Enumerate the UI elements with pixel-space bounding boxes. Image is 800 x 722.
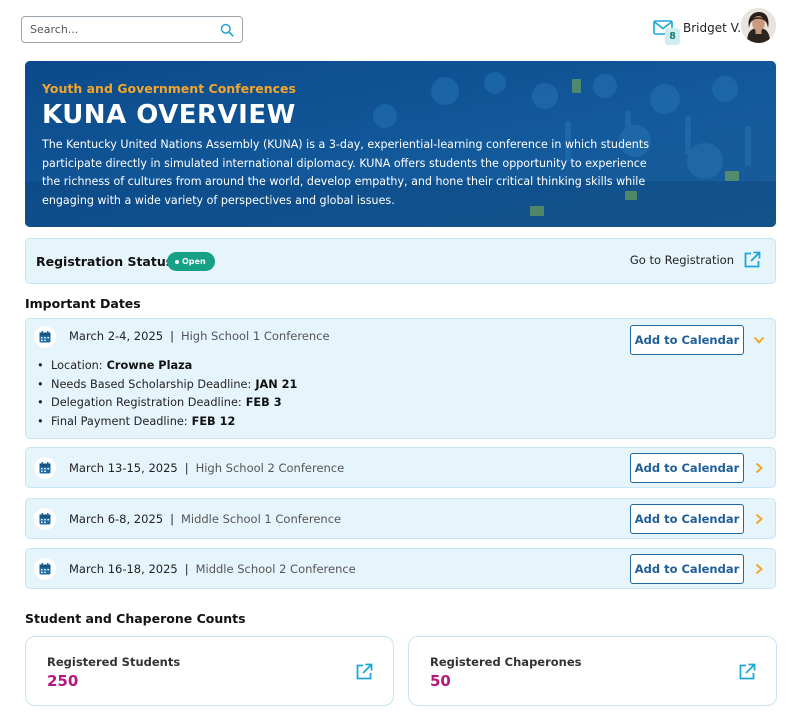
detail-item: • Final Payment Deadline: FEB 12 xyxy=(37,414,236,428)
chevron-right-icon[interactable] xyxy=(753,462,765,474)
date-card[interactable]: March 2-4, 2025 | High School 1 Conferen… xyxy=(25,318,776,439)
avatar[interactable] xyxy=(741,8,776,43)
go-to-registration-link[interactable]: Go to Registration xyxy=(630,251,761,269)
mail-count-badge: 8 xyxy=(665,28,680,45)
status-badge-label: Open xyxy=(182,257,206,266)
date-line: March 16-18, 2025 | Middle School 2 Conf… xyxy=(69,562,356,576)
conference-name: Middle School 1 Conference xyxy=(180,512,342,526)
separator: | xyxy=(184,461,189,475)
detail-item: • Location: Crowne Plaza xyxy=(37,359,193,372)
external-link-icon[interactable] xyxy=(355,663,373,681)
conference-name: High School 1 Conference xyxy=(180,329,330,343)
conference-date: March 16-18, 2025 xyxy=(69,562,178,576)
date-line: March 2-4, 2025 | High School 1 Conferen… xyxy=(69,329,330,343)
mail-button[interactable]: 8 xyxy=(653,20,680,45)
top-bar: 8 Bridget V. xyxy=(0,0,800,58)
hero-banner: Youth and Government Conferences KUNA OV… xyxy=(25,61,776,227)
registered-students-card: Registered Students 250 xyxy=(25,636,394,706)
add-to-calendar-button[interactable]: Add to Calendar xyxy=(630,453,744,483)
status-dot xyxy=(175,259,179,264)
separator: | xyxy=(184,562,189,576)
hero-content: Youth and Government Conferences KUNA OV… xyxy=(42,81,662,210)
chevron-down-icon[interactable] xyxy=(753,334,765,346)
conference-date: March 6-8, 2025 xyxy=(69,512,164,526)
separator: | xyxy=(170,512,174,526)
registered-chaperones-card: Registered Chaperones 50 xyxy=(408,636,777,706)
conference-name: High School 2 Conference xyxy=(195,461,345,475)
status-badge: Open xyxy=(167,252,215,271)
add-to-calendar-button[interactable]: Add to Calendar xyxy=(630,554,744,584)
conference-details: • Location: Crowne Plaza • Needs Based Scho… xyxy=(37,357,297,431)
hero-eyebrow: Youth and Government Conferences xyxy=(42,81,296,96)
detail-item: • Needs Based Scholarship Deadline: JAN 21 xyxy=(37,377,298,391)
separator: | xyxy=(170,329,174,343)
counts-heading: Student and Chaperone Counts xyxy=(25,611,246,626)
conference-name: Middle School 2 Conference xyxy=(195,562,356,576)
registered-chaperones-label: Registered Chaperones xyxy=(430,655,582,669)
external-link-icon[interactable] xyxy=(738,663,756,681)
date-card[interactable]: March 6-8, 2025 | Middle School 1 Confer… xyxy=(25,498,776,539)
detail-item: • Delegation Registration Deadline: FEB 3 xyxy=(37,396,282,410)
registered-students-value: 250 xyxy=(47,672,79,690)
user-name[interactable]: Bridget V. xyxy=(683,21,741,35)
conference-date: March 2-4, 2025 xyxy=(69,329,164,343)
page-title: KUNA OVERVIEW xyxy=(42,100,296,130)
date-card[interactable]: March 13-15, 2025 | High School 2 Confer… xyxy=(25,447,776,488)
registration-status-card: Registration Status Open Go to Registrat… xyxy=(25,238,776,284)
calendar-icon xyxy=(34,508,56,530)
conference-date: March 13-15, 2025 xyxy=(69,461,178,475)
chevron-right-icon[interactable] xyxy=(753,563,765,575)
date-card[interactable]: March 16-18, 2025 | Middle School 2 Conf… xyxy=(25,548,776,589)
add-to-calendar-button[interactable]: Add to Calendar xyxy=(630,325,744,355)
date-line: March 6-8, 2025 | Middle School 1 Confer… xyxy=(69,512,341,526)
registration-status-title: Registration Status xyxy=(36,254,174,269)
search-icon[interactable] xyxy=(220,23,234,37)
calendar-icon xyxy=(34,457,56,479)
search-input[interactable] xyxy=(30,23,220,36)
go-to-registration-label: Go to Registration xyxy=(629,253,734,267)
calendar-icon xyxy=(34,558,56,580)
chevron-right-icon[interactable] xyxy=(753,513,765,525)
calendar-icon xyxy=(34,326,56,348)
external-link-icon xyxy=(744,251,761,268)
registered-chaperones-value: 50 xyxy=(430,672,451,690)
add-to-calendar-button[interactable]: Add to Calendar xyxy=(630,504,744,534)
registered-students-label: Registered Students xyxy=(47,655,181,669)
important-dates-heading: Important Dates xyxy=(25,296,141,311)
date-line: March 13-15, 2025 | High School 2 Confer… xyxy=(69,461,344,475)
hero-description: The Kentucky United Nations Assembly (KU… xyxy=(42,138,649,207)
search-box[interactable] xyxy=(21,16,243,43)
